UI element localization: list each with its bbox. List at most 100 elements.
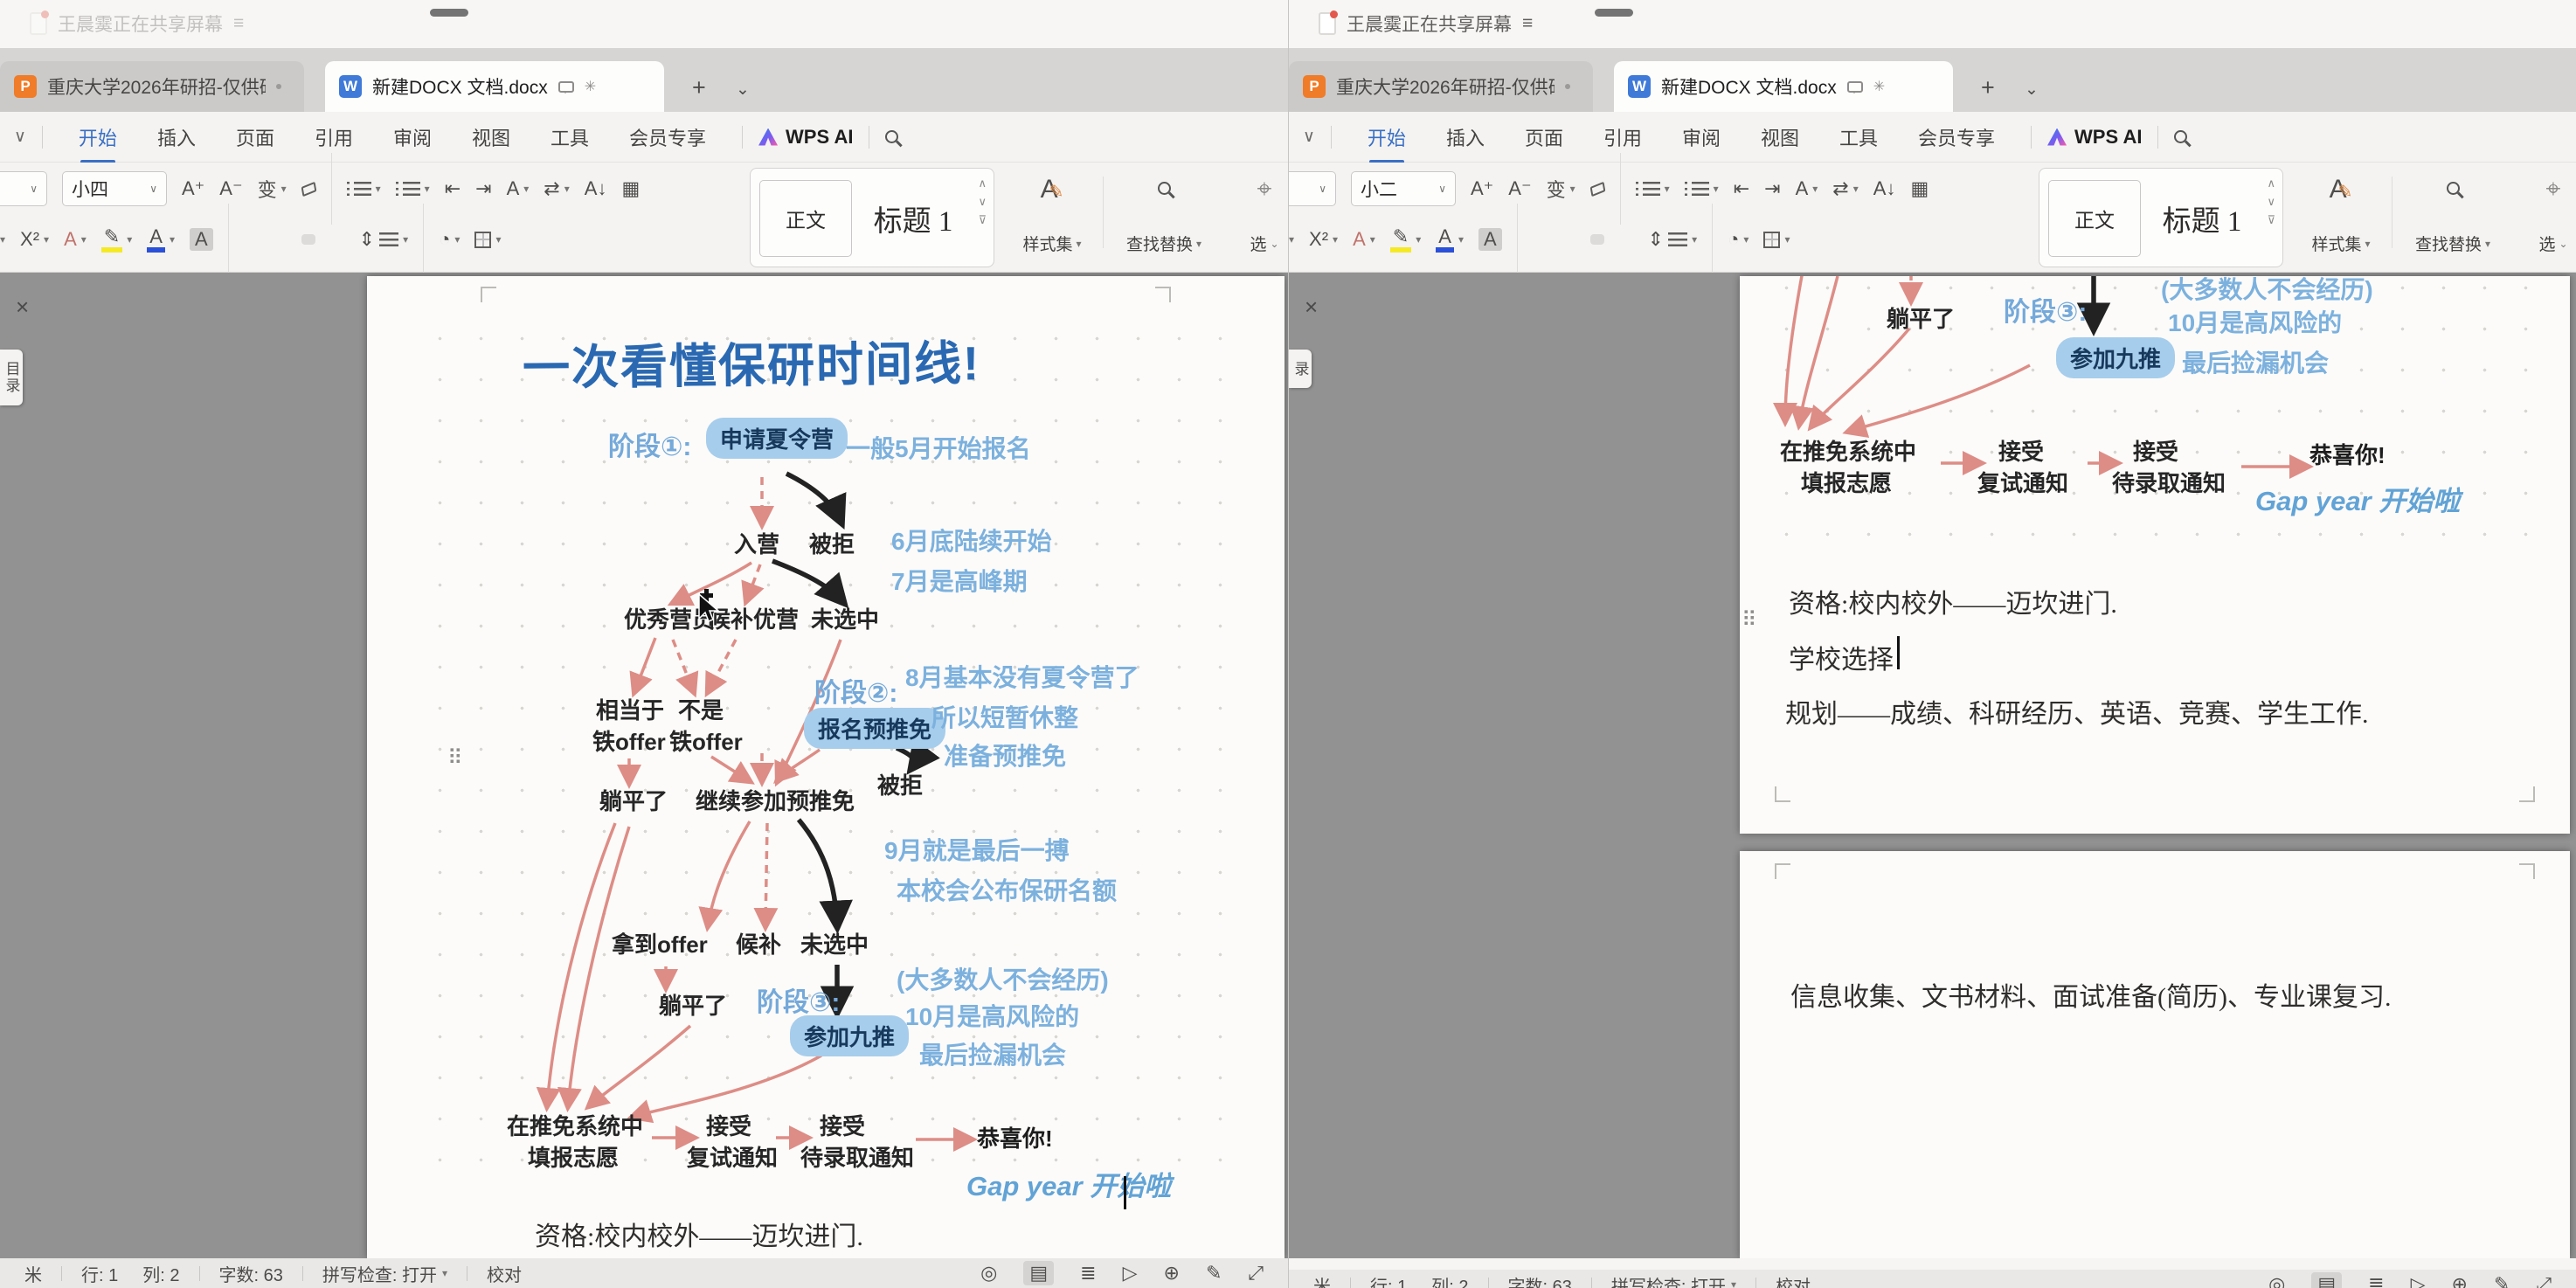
fit-window-icon[interactable]: ⤢ (1248, 1262, 1264, 1285)
superscript-button[interactable]: X²▾ (1309, 228, 1338, 251)
edit-pen-icon[interactable]: ✎ (2494, 1273, 2510, 1288)
line-spacing-button[interactable]: ⇕▾ (359, 228, 408, 251)
align-center-button[interactable] (273, 234, 287, 245)
text-effects-button[interactable]: A▾ (1353, 228, 1375, 251)
menu-home[interactable]: 开始 (1366, 123, 1408, 151)
shrink-font-button[interactable]: A⁻ (1508, 177, 1531, 200)
menu-home[interactable]: 开始 (77, 123, 119, 151)
status-spellcheck[interactable]: 拼写检查: 打开▾ (1611, 1272, 1736, 1288)
collapse-ribbon-icon[interactable]: ∨ (1303, 127, 1315, 147)
menu-review[interactable]: 审阅 (1680, 123, 1722, 151)
sort-button[interactable]: A↓ (585, 177, 607, 200)
outline-view-icon[interactable]: ≣ (1080, 1262, 1096, 1285)
menu-view[interactable]: 视图 (1759, 123, 1801, 151)
change-case-button[interactable]: 变▾ (1547, 175, 1575, 203)
menu-review[interactable]: 审阅 (391, 123, 433, 151)
line-spacing-button[interactable]: ⇕▾ (1648, 228, 1697, 251)
show-marks-button[interactable]: ▦ (621, 177, 640, 200)
distribute-button[interactable] (330, 234, 344, 245)
play-icon[interactable]: ▷ (1123, 1262, 1138, 1285)
font-color-button[interactable]: A▾ (1436, 226, 1464, 252)
select-button[interactable]: ⌖ 选⌄ (2523, 170, 2576, 266)
comment-icon[interactable] (558, 81, 574, 93)
text-tool-button[interactable]: ◔▾ (1728, 228, 1748, 251)
tab-docx-document[interactable]: W 新建DOCX 文档.docx ✳ (325, 61, 664, 112)
bullet-list-button[interactable]: ▾ (347, 182, 381, 196)
styles-down-icon[interactable]: ∨ (2267, 196, 2275, 207)
toc-flag[interactable]: 录 (1289, 350, 1312, 388)
outline-view-icon[interactable]: ≣ (2368, 1273, 2384, 1288)
menu-page[interactable]: 页面 (1523, 123, 1565, 151)
new-tab-button[interactable]: + (692, 76, 706, 100)
clear-format-button[interactable] (301, 184, 316, 194)
collapse-ribbon-icon[interactable]: ∨ (14, 127, 26, 147)
styles-down-icon[interactable]: ∨ (978, 196, 987, 207)
grow-font-button[interactable]: A⁺ (182, 177, 204, 200)
underline-button-fragment[interactable]: ▾ (0, 233, 5, 246)
document-page-1[interactable]: 一次看懂保研时间线! 阶段①: 申请夏令营 一般5月开始报名 入营 被拒 6月底… (367, 276, 1285, 1258)
numbered-list-button[interactable]: ▾ (1685, 182, 1719, 196)
tab-pdf-document[interactable]: P 重庆大学2026年研招-仅供研招宣 (1289, 61, 1593, 112)
style-set-button[interactable]: A✎ 样式集▾ (1007, 170, 1098, 266)
styles-up-icon[interactable]: ∧ (2267, 177, 2275, 189)
borders-button[interactable]: ▾ (474, 232, 501, 248)
shrink-font-button[interactable]: A⁻ (219, 177, 242, 200)
web-view-icon[interactable]: ⊕ (1164, 1262, 1180, 1285)
menu-tools[interactable]: 工具 (549, 123, 591, 151)
tab-list-button[interactable]: ⌄ (2025, 81, 2039, 98)
menu-tools[interactable]: 工具 (1838, 123, 1880, 151)
highlight-color-button[interactable]: ✎▾ (101, 226, 132, 252)
font-name-combo[interactable]: ∨ (0, 171, 47, 206)
page-view-icon[interactable]: ▤ (2311, 1272, 2342, 1288)
menu-member[interactable]: 会员专享 (627, 123, 708, 151)
increase-indent-button[interactable]: ⇥ (1764, 177, 1780, 200)
read-mode-icon[interactable]: ◎ (980, 1262, 997, 1285)
align-center-button[interactable] (1562, 234, 1575, 245)
find-replace-button[interactable]: 查找替换▾ (2400, 170, 2505, 266)
bullet-list-button[interactable]: ▾ (1636, 182, 1670, 196)
status-word-count[interactable]: 字数: 63 (1508, 1272, 1572, 1288)
underline-button-fragment[interactable]: ▾ (1289, 233, 1294, 246)
fit-window-icon[interactable]: ⤢ (2536, 1273, 2552, 1288)
change-case-button[interactable]: 变▾ (258, 175, 287, 203)
close-pane-icon[interactable]: × (1305, 295, 1318, 318)
menu-reference[interactable]: 引用 (1602, 123, 1644, 151)
styles-up-icon[interactable]: ∧ (978, 177, 987, 189)
play-icon[interactable]: ▷ (2411, 1273, 2426, 1288)
status-word-count[interactable]: 字数: 63 (219, 1261, 283, 1286)
edit-pen-icon[interactable]: ✎ (1206, 1262, 1222, 1285)
swap-button[interactable]: ⇄▾ (544, 177, 569, 200)
style-set-button[interactable]: A✎ 样式集▾ (2296, 170, 2386, 266)
paragraph-drag-handle[interactable]: ⠿ (447, 748, 461, 769)
justify-button[interactable] (301, 234, 315, 245)
menu-view[interactable]: 视图 (470, 123, 512, 151)
sort-button[interactable]: A↓ (1873, 177, 1896, 200)
font-name-combo[interactable]: ∨ (1289, 171, 1336, 206)
grow-font-button[interactable]: A⁺ (1471, 177, 1493, 200)
increase-indent-button[interactable]: ⇥ (475, 177, 491, 200)
font-color-button[interactable]: A▾ (147, 226, 175, 252)
text-tool-button[interactable]: ◔▾ (439, 228, 460, 251)
search-icon[interactable] (2174, 130, 2187, 143)
tab-list-button[interactable]: ⌄ (736, 81, 750, 98)
style-heading1[interactable]: 标题 1 (2150, 180, 2254, 257)
status-proofread[interactable]: 校对 (487, 1261, 522, 1286)
style-heading1[interactable]: 标题 1 (861, 180, 966, 257)
text-direction-button[interactable]: A▾ (507, 177, 530, 200)
styles-more-icon[interactable]: ⊽ (978, 214, 987, 225)
decrease-indent-button[interactable]: ⇤ (445, 177, 460, 200)
comment-icon[interactable] (1847, 81, 1863, 93)
web-view-icon[interactable]: ⊕ (2452, 1273, 2468, 1288)
status-proofread[interactable]: 校对 (1776, 1272, 1811, 1288)
wps-ai-button[interactable]: WPS AI (758, 126, 853, 149)
distribute-button[interactable] (1619, 234, 1633, 245)
menu-insert[interactable]: 插入 (1444, 123, 1486, 151)
status-spellcheck[interactable]: 拼写检查: 打开▾ (322, 1261, 447, 1286)
style-normal[interactable]: 正文 (2048, 180, 2141, 257)
borders-button[interactable]: ▾ (1763, 232, 1790, 248)
show-marks-button[interactable]: ▦ (1910, 177, 1929, 200)
select-button[interactable]: ⌖ 选⌄ (1234, 170, 1288, 266)
text-direction-button[interactable]: A▾ (1796, 177, 1818, 200)
tab-docx-document[interactable]: W 新建DOCX 文档.docx ✳ (1614, 61, 1953, 112)
document-page-2[interactable]: 信息收集、文书材料、面试准备(简历)、专业课复习. (1740, 851, 2570, 1258)
